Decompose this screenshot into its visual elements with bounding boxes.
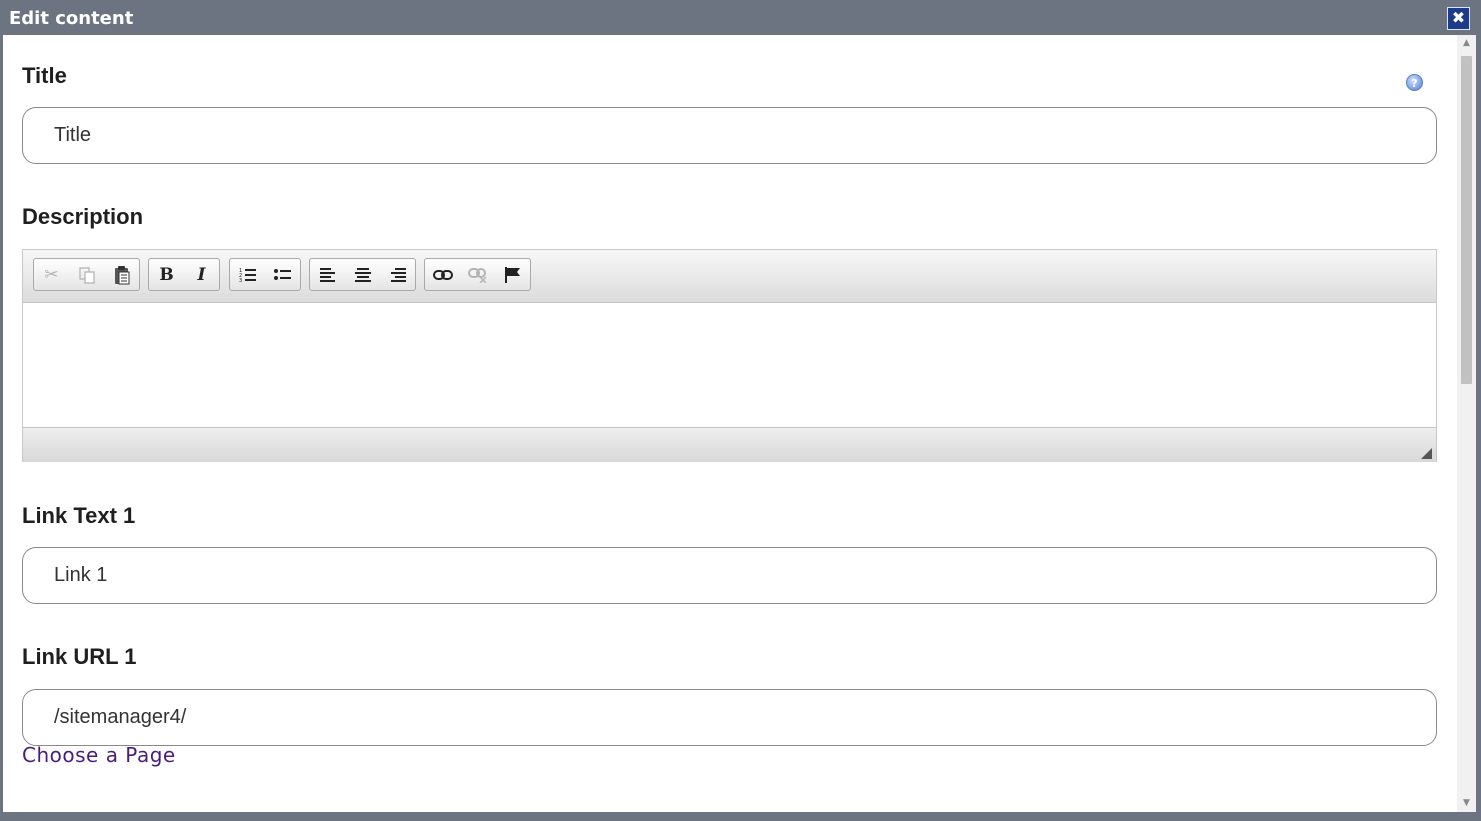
link-button[interactable] xyxy=(425,259,460,290)
editor-status-bar xyxy=(23,427,1436,462)
scroll-down-icon[interactable]: ▼ xyxy=(1457,795,1476,812)
help-icon[interactable]: ? xyxy=(1406,74,1423,91)
clipboard-group: ✂ xyxy=(33,258,140,291)
link-icon xyxy=(432,269,453,280)
dialog-bottom-edge xyxy=(0,812,1481,821)
description-editor: ✂ B I 1 2 3 xyxy=(22,249,1437,462)
link-url-1-label: Link URL 1 xyxy=(22,644,137,669)
editor-toolbar: ✂ B I 1 2 3 xyxy=(23,250,1436,303)
close-button[interactable]: ✖ xyxy=(1447,7,1470,30)
link-url-1-input[interactable]: /sitemanager4/ xyxy=(22,689,1437,746)
cut-icon: ✂ xyxy=(44,264,59,285)
close-icon: ✖ xyxy=(1451,8,1466,27)
bold-icon: B xyxy=(159,264,174,285)
link-group xyxy=(424,258,531,291)
description-label: Description xyxy=(22,204,144,229)
numbered-list-icon: 1 2 3 xyxy=(239,268,256,283)
title-input[interactable]: Title xyxy=(22,107,1437,164)
vertical-scrollbar[interactable]: ▲ ▼ xyxy=(1457,35,1476,812)
cut-button[interactable]: ✂ xyxy=(34,259,69,290)
unlink-button[interactable] xyxy=(460,259,495,290)
link-text-1-input[interactable]: Link 1 xyxy=(22,547,1437,604)
italic-button[interactable]: I xyxy=(184,259,219,290)
bold-button[interactable]: B xyxy=(149,259,184,290)
dialog-titlebar[interactable]: Edit content ✖ xyxy=(0,0,1481,35)
list-group: 1 2 3 xyxy=(229,258,301,291)
align-center-icon xyxy=(354,267,371,282)
align-left-button[interactable] xyxy=(310,259,345,290)
description-text-area[interactable] xyxy=(23,303,1436,427)
copy-icon xyxy=(78,266,95,284)
format-group: B I xyxy=(148,258,220,291)
align-center-button[interactable] xyxy=(345,259,380,290)
unlink-icon xyxy=(467,267,487,283)
dialog-content[interactable]: Title ? Title Description ✂ B I 1 2 3 Li… xyxy=(3,35,1476,812)
align-right-button[interactable] xyxy=(380,259,415,290)
anchor-button[interactable] xyxy=(495,259,530,290)
align-left-icon xyxy=(319,267,335,282)
bulleted-list-icon xyxy=(273,268,291,280)
svg-text:3: 3 xyxy=(239,278,242,283)
choose-page-link[interactable]: Choose a Page xyxy=(22,743,176,767)
numbered-list-button[interactable]: 1 2 3 xyxy=(230,259,265,290)
link-text-1-label: Link Text 1 xyxy=(22,503,136,528)
paste-button[interactable] xyxy=(104,259,139,290)
align-group xyxy=(309,258,416,291)
resize-grip-icon[interactable] xyxy=(1421,448,1432,459)
italic-icon: I xyxy=(197,264,206,285)
anchor-flag-icon xyxy=(504,266,520,283)
scroll-thumb[interactable] xyxy=(1461,56,1472,384)
copy-button[interactable] xyxy=(69,259,104,290)
title-label: Title xyxy=(22,63,67,88)
dialog-title: Edit content xyxy=(9,8,134,29)
edit-content-dialog: Edit content ✖ Title ? Title Description… xyxy=(0,0,1481,821)
bulleted-list-button[interactable] xyxy=(265,259,300,290)
scroll-up-icon[interactable]: ▲ xyxy=(1457,35,1476,52)
paste-icon xyxy=(114,265,129,284)
align-right-icon xyxy=(390,267,406,282)
